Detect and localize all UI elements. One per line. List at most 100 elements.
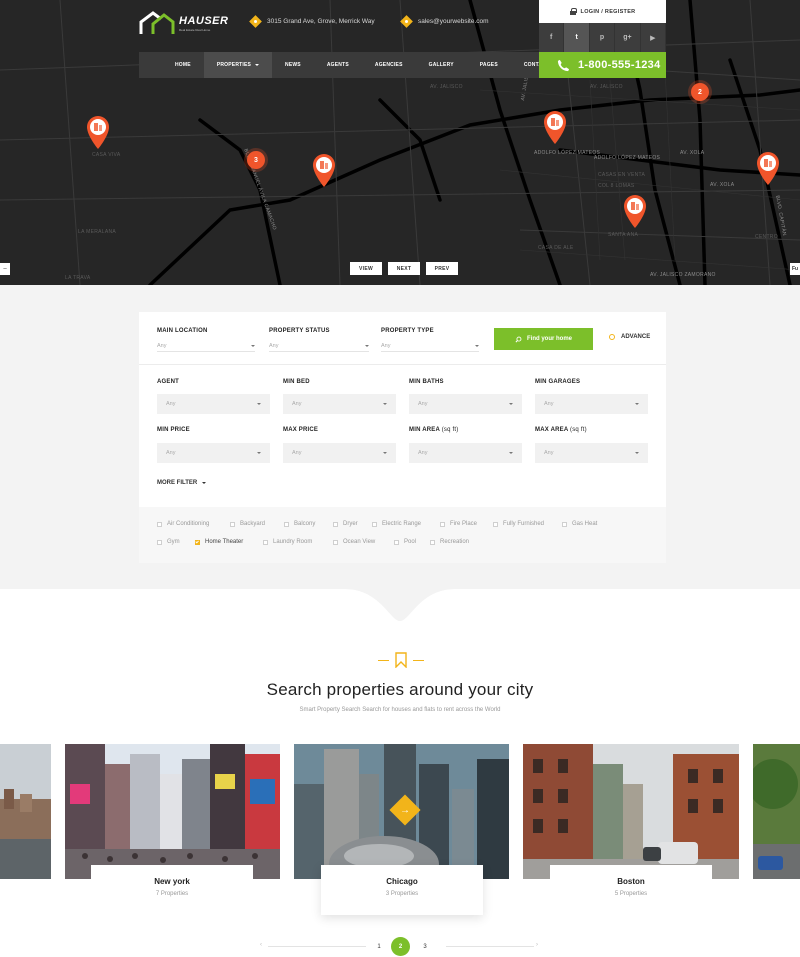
login-label: LOGIN / REGISTER [580, 8, 636, 15]
chevron-down-icon [383, 403, 387, 405]
nav-home[interactable]: HOME [139, 52, 204, 78]
amenity-checkbox-checked[interactable]: Home Theater [195, 539, 243, 545]
amenity-checkbox[interactable]: Air Conditioning [157, 521, 209, 527]
pager-next-icon[interactable]: › [536, 942, 538, 948]
pagination: ‹ 1 2 3 › [260, 937, 542, 956]
chevron-down-icon [255, 64, 260, 66]
more-filter-toggle[interactable]: MORE FILTER [157, 480, 207, 486]
facebook-icon[interactable]: f [539, 23, 565, 52]
nav-gallery[interactable]: GALLERY [416, 52, 467, 78]
city-image-boston[interactable] [523, 744, 739, 879]
property-status-label: PROPERTY STATUS [269, 328, 330, 334]
logo[interactable]: HAUSER Real Estate Real Home [139, 10, 228, 36]
amenity-checkbox[interactable]: Electric Range [372, 521, 421, 527]
map-label: CASAS EN VENTA [598, 172, 646, 178]
amenity-checkbox[interactable]: Backyard [230, 521, 265, 527]
city-image-new-york[interactable] [65, 744, 280, 879]
map-label: Av. Jalisco Zamorano [650, 272, 716, 278]
amenity-checkbox[interactable]: Fire Place [440, 521, 477, 527]
min-price-select[interactable]: Any [157, 443, 270, 463]
login-register-button[interactable]: LOGIN / REGISTER [539, 0, 666, 23]
page-2-active[interactable]: 2 [391, 937, 410, 956]
arrow-right-icon: → [400, 804, 410, 816]
map-prev-edge[interactable]: – [0, 263, 10, 275]
min-baths-select[interactable]: Any [409, 394, 522, 414]
email-text[interactable]: sales@yourwebsite.com [418, 18, 489, 25]
nav-agencies[interactable]: AGENCIES [362, 52, 416, 78]
nav-agents[interactable]: AGENTS [314, 52, 362, 78]
twitter-icon[interactable]: t [564, 23, 590, 52]
amenity-checkbox[interactable]: Pool [394, 539, 416, 545]
nav-properties[interactable]: PROPERTIES [203, 52, 273, 78]
map-pin[interactable] [311, 152, 337, 188]
amenity-checkbox[interactable]: Laundry Room [263, 539, 312, 545]
min-bed-select[interactable]: Any [283, 394, 396, 414]
map-label: CENTRO [755, 234, 778, 240]
map-label: CASA DE ALE [538, 245, 574, 251]
chevron-down-icon [509, 403, 513, 405]
min-price-label: MIN PRICE [157, 427, 190, 433]
main-location-select[interactable]: Any [157, 340, 255, 352]
map-prev-button[interactable]: PREV [426, 262, 458, 275]
map-pin[interactable] [755, 150, 781, 186]
find-home-button[interactable]: Find your home [494, 328, 593, 350]
map-label: Av. Xola [680, 150, 705, 156]
map-view-button[interactable]: VIEW [350, 262, 382, 275]
map-pin[interactable] [542, 109, 568, 145]
amenity-checkbox[interactable]: Dryer [333, 521, 358, 527]
chevron-down-icon [251, 344, 255, 347]
section-curve [0, 589, 800, 621]
google-plus-icon[interactable]: g+ [615, 23, 641, 52]
search-icon [515, 336, 522, 342]
city-name: Boston [617, 877, 645, 886]
chevron-down-icon [257, 452, 261, 454]
lock-icon [569, 8, 577, 15]
city-name: New york [154, 877, 190, 886]
property-status-select[interactable]: Any [269, 340, 369, 352]
map-pin[interactable] [85, 114, 111, 150]
location-icon [249, 15, 262, 28]
amenity-checkbox[interactable]: Gas Heat [562, 521, 597, 527]
city-card-new-york[interactable]: New york 7 Properties [91, 865, 253, 915]
page-3[interactable]: 3 [416, 940, 434, 954]
map-next-button[interactable]: NEXT [388, 262, 420, 275]
map-cluster[interactable]: 3 [247, 151, 265, 169]
divider [268, 946, 366, 947]
nav-news[interactable]: NEWS [272, 52, 314, 78]
divider [139, 364, 666, 365]
pinterest-icon[interactable]: p [589, 23, 616, 52]
page-1[interactable]: 1 [370, 940, 388, 954]
amenity-checkbox[interactable]: Gym [157, 539, 180, 545]
max-area-select[interactable]: Any [535, 443, 648, 463]
map-pin[interactable] [622, 193, 648, 229]
city-arrow-button[interactable]: → [389, 794, 421, 826]
city-card-chicago[interactable]: Chicago 3 Properties [321, 865, 483, 915]
amenity-checkbox[interactable]: Balcony [284, 521, 315, 527]
map-cluster[interactable]: 2 [691, 83, 709, 101]
advance-toggle[interactable]: ADVANCE [609, 334, 650, 340]
social-links: f t p g+ ▶ [539, 23, 667, 52]
chevron-down-icon [365, 344, 369, 347]
city-image-partial[interactable] [753, 744, 800, 879]
amenity-checkbox[interactable]: Fully Furnished [493, 521, 544, 527]
min-area-select[interactable]: Any [409, 443, 522, 463]
chevron-down-icon [202, 482, 207, 484]
youtube-icon[interactable]: ▶ [640, 23, 667, 52]
max-price-select[interactable]: Any [283, 443, 396, 463]
map-label: CASA VIVA [92, 152, 121, 158]
property-type-select[interactable]: Any [381, 340, 479, 352]
nav-pages[interactable]: PAGES [467, 52, 511, 78]
amenity-checkbox[interactable]: Recreation [430, 539, 469, 545]
city-card-boston[interactable]: Boston 5 Properties [550, 865, 712, 915]
phone-bar[interactable]: 1-800-555-1234 [539, 52, 666, 78]
amenity-checkbox[interactable]: Ocean View [333, 539, 375, 545]
pager-prev-icon[interactable]: ‹ [260, 942, 262, 948]
min-garages-select[interactable]: Any [535, 394, 648, 414]
gear-icon [609, 334, 615, 340]
city-image-partial[interactable] [0, 744, 51, 879]
map-fullscreen-edge[interactable]: Fu [790, 263, 800, 275]
map-area[interactable]: Adolfo López Mateos Adolfo López Mateos … [0, 0, 800, 285]
chevron-down-icon [635, 403, 639, 405]
header-email[interactable]: sales@yourwebsite.com [400, 15, 489, 28]
agent-select[interactable]: Any [157, 394, 270, 414]
